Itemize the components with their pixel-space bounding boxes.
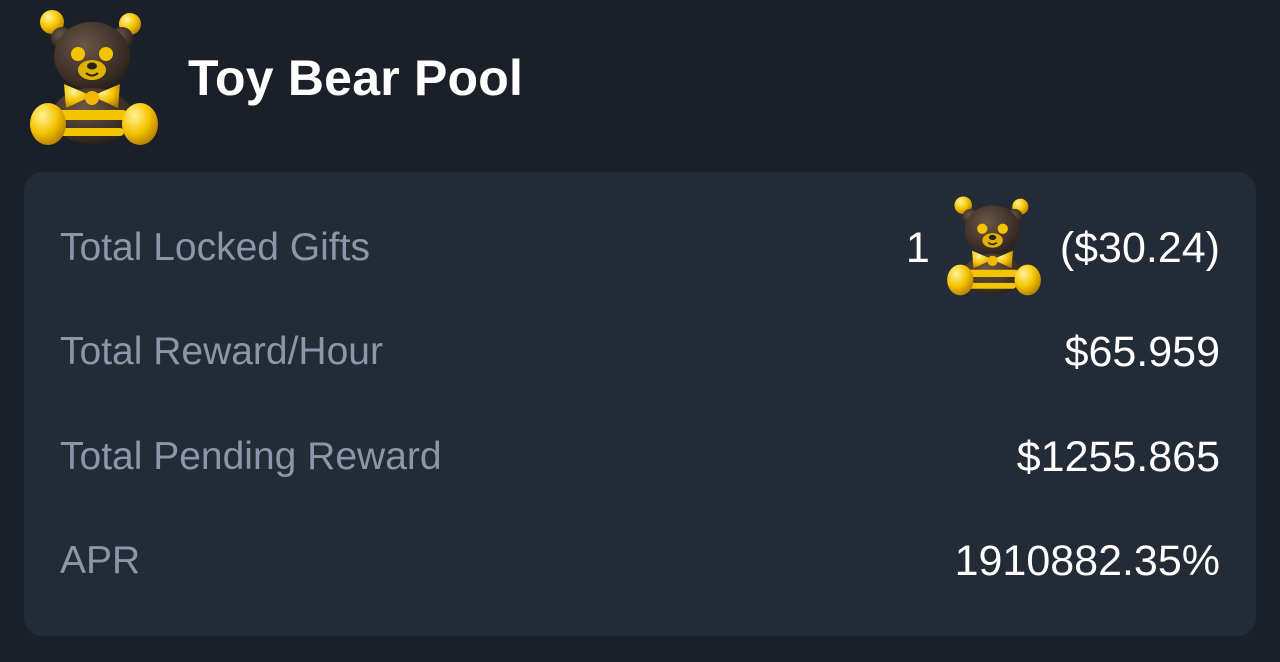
stat-value-reward-per-hour: $65.959 (1064, 328, 1220, 376)
pool-stats-card: Total Locked Gifts 1 ($30.24) Total Rewa… (24, 172, 1256, 636)
toy-bear-icon (946, 196, 1041, 296)
stat-label-pending-reward: Total Pending Reward (60, 435, 442, 478)
stat-value-pending-reward: $1255.865 (1016, 433, 1220, 481)
stat-label-reward-per-hour: Total Reward/Hour (60, 330, 383, 373)
pool-page: Toy Bear Pool Total Locked Gifts 1 ($30.… (0, 0, 1280, 662)
stat-row-locked-gifts: Total Locked Gifts 1 ($30.24) (24, 196, 1256, 296)
page-title: Toy Bear Pool (188, 50, 524, 106)
stat-value-apr: 1910882.35% (954, 537, 1220, 585)
stat-label-locked-gifts: Total Locked Gifts (60, 226, 370, 269)
locked-gifts-count: 1 (905, 224, 930, 272)
stat-label-apr: APR (60, 539, 141, 582)
toy-bear-icon (30, 10, 158, 145)
stat-row-pending-reward: Total Pending Reward $1255.865 (24, 417, 1256, 497)
stat-row-reward-per-hour: Total Reward/Hour $65.959 (24, 312, 1256, 392)
stat-row-apr: APR 1910882.35% (24, 521, 1256, 601)
locked-gifts-usd: ($30.24) (1059, 224, 1220, 272)
pool-header: Toy Bear Pool (0, 0, 1280, 160)
stat-value-locked-gifts: 1 ($30.24) (905, 196, 1220, 296)
